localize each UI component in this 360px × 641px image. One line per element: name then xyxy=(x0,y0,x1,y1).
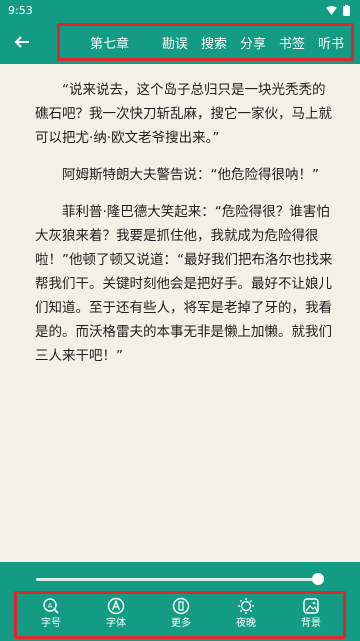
night-mode-icon xyxy=(236,596,256,616)
svg-text:A: A xyxy=(48,602,53,610)
back-button[interactable] xyxy=(0,20,44,64)
back-arrow-icon xyxy=(14,36,29,48)
font-icon xyxy=(106,596,126,616)
top-bar: 第七章 勘误 搜索 分享 书签 听书 xyxy=(0,20,360,64)
progress-slider[interactable] xyxy=(36,573,324,585)
more-button[interactable]: 更多 xyxy=(156,596,206,636)
font-button[interactable]: 字体 xyxy=(91,596,141,636)
tool-label: 更多 xyxy=(171,618,191,629)
bookmark-button[interactable]: 书签 xyxy=(279,33,305,52)
errata-button[interactable]: 勘误 xyxy=(162,33,188,52)
background-button[interactable]: 背景 xyxy=(286,596,336,636)
paragraph: 阿姆斯特朗大夫警告说：“他危险得很呐！” xyxy=(62,167,319,183)
reader-content: “说来说去，这个岛子总归只是一块光秃秃的礁石吧？我一次快刀斩乱麻，搜它一家伙，马… xyxy=(35,78,333,381)
wifi-icon xyxy=(326,5,337,15)
tool-label: 夜晚 xyxy=(236,618,256,629)
paragraph: 菲利普·隆巴德大笑起来：“危险得很？谁害怕大灰狼来着？我要是抓住他，我就成为危险… xyxy=(35,204,333,364)
share-button[interactable]: 分享 xyxy=(240,33,266,52)
tool-label: 字号 xyxy=(41,618,61,629)
chapter-title: 第七章 xyxy=(90,36,130,52)
status-time: 9:53 xyxy=(8,3,33,17)
font-size-icon: A xyxy=(41,596,61,616)
status-bar: 9:53 xyxy=(0,0,360,20)
top-actions: 勘误 搜索 分享 书签 听书 xyxy=(162,20,344,64)
paragraph: “说来说去，这个岛子总归只是一块光秃秃的礁石吧？我一次快刀斩乱麻，搜它一家伙，马… xyxy=(35,82,332,146)
search-button[interactable]: 搜索 xyxy=(201,33,227,52)
bottom-panel: A 字号 字体 更多 夜晚 背景 xyxy=(0,562,360,641)
tool-label: 字体 xyxy=(106,618,126,629)
bottom-toolbar: A 字号 字体 更多 夜晚 背景 xyxy=(18,596,344,636)
more-icon xyxy=(171,596,191,616)
battery-icon xyxy=(343,4,350,16)
status-icons xyxy=(326,4,350,16)
background-icon xyxy=(301,596,321,616)
slider-thumb[interactable] xyxy=(312,573,324,585)
night-mode-button[interactable]: 夜晚 xyxy=(221,596,271,636)
font-size-button[interactable]: A 字号 xyxy=(26,596,76,636)
slider-track xyxy=(36,578,318,581)
listen-button[interactable]: 听书 xyxy=(318,33,344,52)
tool-label: 背景 xyxy=(301,618,321,629)
